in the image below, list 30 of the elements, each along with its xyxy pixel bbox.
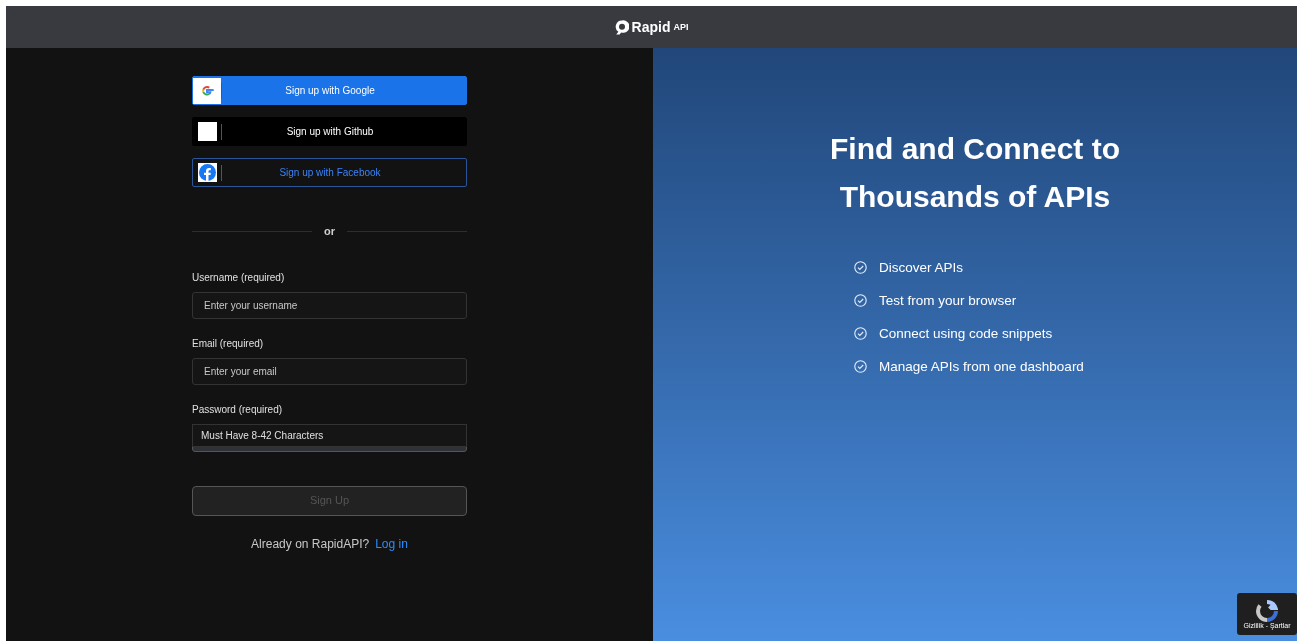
facebook-sign-up-button[interactable]: Sign up with Facebook [192,158,467,187]
feature-text: Connect using code snippets [879,325,1053,343]
password-hint: Must Have 8-42 Characters [192,423,467,447]
login-link[interactable]: Log in [375,534,408,553]
facebook-icon [197,163,217,182]
recaptcha-icon [1256,599,1278,622]
promo-heading: Thousands of APIs [839,180,1111,214]
password-field[interactable]: Must Have 8-42 Characters [192,423,467,452]
divider-text: or [324,224,335,239]
field-label: Username (required) [192,270,286,285]
check-circle-icon [854,360,867,373]
github-icon [197,122,217,141]
feature-text: Test from your browser [879,292,1017,310]
check-circle-icon [854,261,867,274]
check-circle-icon [854,294,867,307]
logo-text: Rapid [631,17,671,37]
input-field[interactable]: Enter your username [192,291,467,319]
logo-icon [614,19,629,35]
promo-heading: Find and Connect to [830,132,1120,166]
field-label: Password (required) [192,402,284,417]
google-sign-up-button[interactable]: Sign up with Google [192,76,467,105]
login-prompt: Already on RapidAPI? [251,535,370,553]
input-field[interactable]: Enter your email [192,357,467,385]
feature-text: Discover APIs [879,259,964,277]
field-label: Email (required) [192,336,265,351]
github-sign-up-button[interactable]: Sign up with Github [192,117,467,146]
google-icon [200,83,214,98]
check-circle-icon [854,327,867,340]
logo-text: API [673,21,689,35]
feature-text: Manage APIs from one dashboard [879,358,1084,376]
